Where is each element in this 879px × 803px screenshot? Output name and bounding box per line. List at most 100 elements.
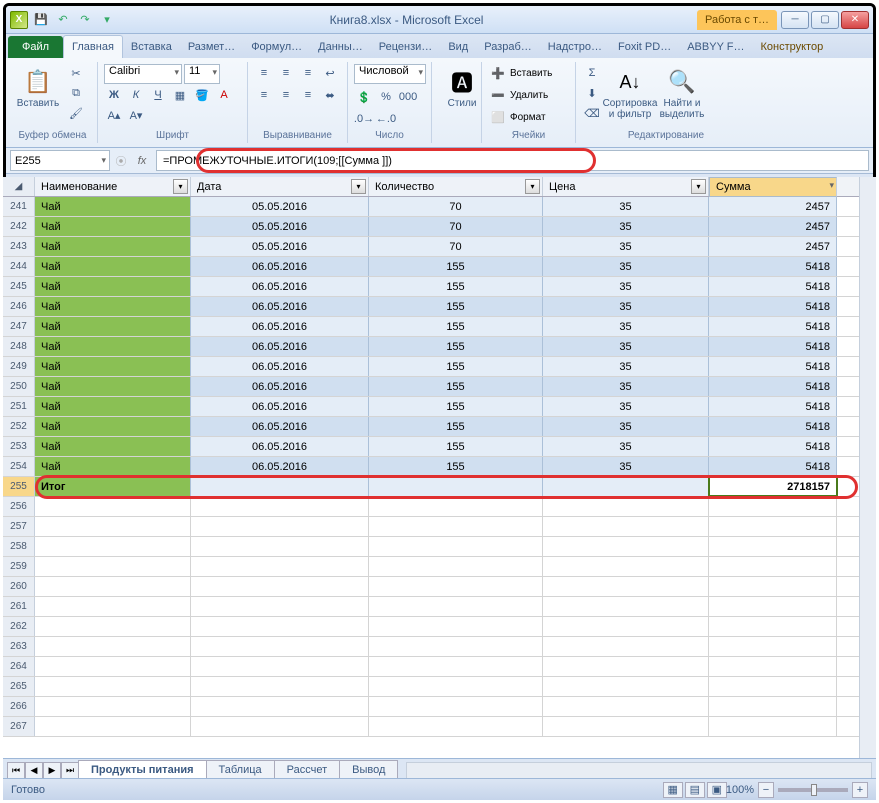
table-row[interactable]: 241Чай05.05.201670352457 [3,197,876,217]
cell-name[interactable]: Чай [35,357,191,376]
vertical-scrollbar[interactable] [859,177,876,758]
tab-foxit[interactable]: Foxit PD… [610,36,679,58]
sheet-nav-prev-icon[interactable]: ◀ [25,762,43,779]
autosum-icon[interactable]: Σ [582,64,602,82]
number-format-select[interactable]: Числовой [354,64,426,84]
delete-cells-icon[interactable]: ➖ [488,86,508,104]
table-row[interactable]: 245Чай06.05.2016155355418 [3,277,876,297]
col-header-price[interactable]: Цена▾ [543,177,709,196]
cell-empty[interactable] [543,697,709,716]
row-header[interactable]: 253 [3,437,35,456]
cell-price[interactable]: 35 [543,397,709,416]
italic-button[interactable]: К [126,86,146,104]
cell-empty[interactable] [191,657,369,676]
tab-formulas[interactable]: Формул… [243,36,310,58]
fx-icon[interactable]: fx [132,155,152,167]
cut-icon[interactable]: ✂ [66,64,86,82]
cell-date[interactable]: 06.05.2016 [191,437,369,456]
cell-price[interactable]: 35 [543,437,709,456]
cell-qty[interactable]: 155 [369,377,543,396]
copy-icon[interactable]: ⧉ [66,84,86,102]
cell-date[interactable]: 05.05.2016 [191,217,369,236]
cell-qty[interactable]: 70 [369,197,543,216]
grow-font-button[interactable]: A▴ [104,106,124,124]
formula-bar[interactable]: =ПРОМЕЖУТОЧНЫЕ.ИТОГИ(109;[[Сумма ]]) [156,150,869,171]
sheet-nav-next-icon[interactable]: ▶ [43,762,61,779]
cell-date[interactable]: 06.05.2016 [191,397,369,416]
save-icon[interactable]: 💾 [32,11,50,29]
percent-icon[interactable]: % [376,88,396,106]
tab-developer[interactable]: Разраб… [476,36,540,58]
cell-date[interactable]: 06.05.2016 [191,457,369,476]
empty-row[interactable]: 264 [3,657,876,677]
cell-price[interactable]: 35 [543,317,709,336]
cell-empty[interactable] [191,577,369,596]
row-header[interactable]: 263 [3,637,35,656]
row-header[interactable]: 257 [3,517,35,536]
cell-name[interactable]: Чай [35,297,191,316]
cell-empty[interactable] [543,637,709,656]
cell-sum[interactable]: 5418 [709,397,837,416]
cell-qty[interactable]: 155 [369,277,543,296]
inc-decimal-icon[interactable]: .0→ [354,110,374,128]
cell-empty[interactable] [369,577,543,596]
sort-filter-button[interactable]: A↓ Сортировка и фильтр [606,64,654,120]
cell-sum[interactable]: 2457 [709,237,837,256]
row-header[interactable]: 245 [3,277,35,296]
row-header[interactable]: 250 [3,377,35,396]
cell-empty[interactable] [35,557,191,576]
cell-empty[interactable] [543,677,709,696]
zoom-in-button[interactable]: + [852,782,868,798]
cell-price[interactable]: 35 [543,377,709,396]
cell-empty[interactable] [543,617,709,636]
empty-row[interactable]: 262 [3,617,876,637]
table-row[interactable]: 242Чай05.05.201670352457 [3,217,876,237]
table-row[interactable]: 243Чай05.05.201670352457 [3,237,876,257]
cell-empty[interactable] [191,697,369,716]
cell-empty[interactable] [191,497,369,516]
cell-empty[interactable] [191,477,369,496]
cell-price[interactable]: 35 [543,457,709,476]
cell-name[interactable]: Чай [35,277,191,296]
name-box[interactable]: E255 [10,150,110,171]
row-header[interactable]: 247 [3,317,35,336]
close-button[interactable]: ✕ [841,11,869,29]
dec-decimal-icon[interactable]: ←.0 [376,110,396,128]
zoom-out-button[interactable]: − [758,782,774,798]
cell-name[interactable]: Чай [35,377,191,396]
maximize-button[interactable]: ▢ [811,11,839,29]
styles-button[interactable]: 🅰 Стили [438,64,486,109]
row-header[interactable]: 251 [3,397,35,416]
cell-empty[interactable] [369,557,543,576]
row-header[interactable]: 261 [3,597,35,616]
empty-row[interactable]: 259 [3,557,876,577]
cell-empty[interactable] [709,617,837,636]
cell-empty[interactable] [543,657,709,676]
cell-empty[interactable] [709,517,837,536]
tab-insert[interactable]: Вставка [123,36,180,58]
empty-row[interactable]: 261 [3,597,876,617]
cell-name[interactable]: Чай [35,197,191,216]
cell-total-label[interactable]: Итог [35,477,191,496]
cell-empty[interactable] [709,677,837,696]
cell-sum[interactable]: 5418 [709,277,837,296]
align-center-icon[interactable]: ≡ [276,86,296,104]
align-bot-icon[interactable]: ≡ [298,64,318,82]
tab-home[interactable]: Главная [63,35,123,58]
row-header[interactable]: 264 [3,657,35,676]
cell-empty[interactable] [35,517,191,536]
cell-name[interactable]: Чай [35,437,191,456]
cell-empty[interactable] [369,517,543,536]
table-tools-tab[interactable]: Работа с т… [697,10,777,30]
cell-empty[interactable] [191,717,369,736]
tab-view[interactable]: Вид [440,36,476,58]
table-row[interactable]: 252Чай06.05.2016155355418 [3,417,876,437]
cell-date[interactable]: 06.05.2016 [191,277,369,296]
font-name-select[interactable]: Calibri [104,64,182,84]
view-layout-icon[interactable]: ▤ [685,782,705,798]
row-header[interactable]: 241 [3,197,35,216]
cell-sum[interactable]: 5418 [709,297,837,316]
cell-price[interactable]: 35 [543,277,709,296]
format-painter-icon[interactable]: 🖌 [66,104,86,122]
cell-empty[interactable] [35,497,191,516]
